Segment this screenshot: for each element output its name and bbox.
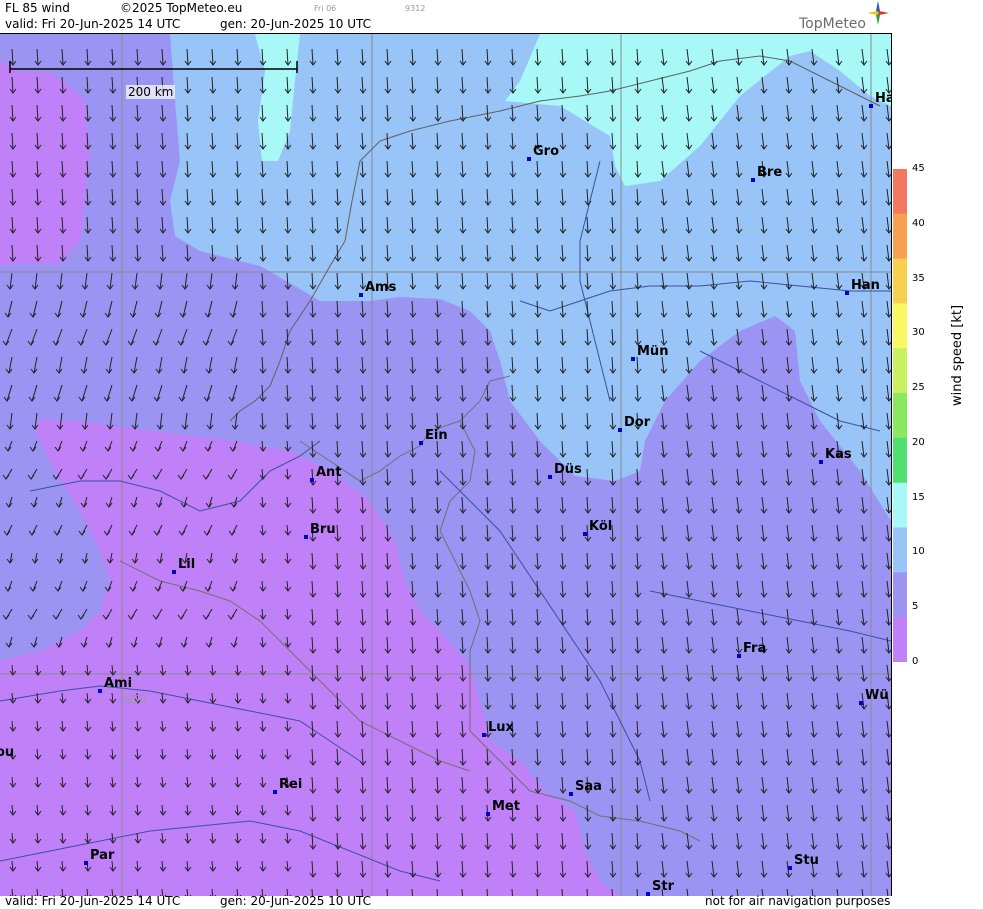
valid-time: valid: Fri 20-Jun-2025 14 UTC [5,17,181,31]
colorbar-tick-label: 40 [912,217,925,229]
colorbar-band [893,437,907,484]
topmeteo-logo: TopMeteo [799,16,866,32]
city-marker[interactable]: Rei [273,777,302,794]
city-marker[interactable]: Ha [869,91,891,108]
city-dot-icon [527,157,531,161]
colorbar-band [893,348,907,395]
colorbar-tick-label: 30 [912,327,925,339]
city-dot-icon [646,892,650,896]
wind-map[interactable]: 200 km N50 Ha Gro Bre Ams Han Mün Dor Ei… [0,33,892,896]
city-dot-icon [310,478,314,482]
run-code-label: 9312 [405,4,426,13]
colorbar-tick-label: 5 [912,601,919,613]
city-dot-icon [583,532,587,536]
city-dot-icon [631,357,635,361]
city-marker[interactable]: Lil [172,557,195,574]
copyright-text: ©2025 TopMeteo.eu [120,1,243,15]
city-marker[interactable]: Bru [304,522,336,539]
city-dot-icon [869,104,873,108]
city-dot-icon [751,178,755,182]
city-marker[interactable]: Wü [859,688,889,705]
colorbar-tick-label: 0 [912,656,919,667]
city-marker[interactable]: Fra [737,641,766,658]
city-marker[interactable]: Ant [310,465,342,482]
city-marker[interactable]: Bre [751,165,782,182]
city-marker[interactable]: Par [84,848,114,865]
scale-label: 200 km [126,85,176,99]
colorbar-tick-label: 20 [912,436,925,448]
city-marker[interactable]: Str [646,879,674,896]
city-dot-icon [845,291,849,295]
colorbar-tick-label: 10 [912,546,925,558]
city-dot-icon [819,460,823,464]
city-marker[interactable]: Ein [419,428,448,445]
footer-generated-time: gen: 20-Jun-2025 10 UTC [220,894,372,908]
city-dot-icon [737,654,741,658]
wind-speed-colorbar [893,169,907,662]
colorbar-tick-label: 45 [912,163,925,174]
city-marker[interactable]: Gro [527,144,559,161]
city-marker[interactable]: Köl [583,519,612,536]
city-marker[interactable]: Saa [569,779,602,796]
city-marker[interactable]: Ams [359,280,396,297]
city-dot-icon [273,790,277,794]
colorbar-label: wind speed [kt] [950,304,965,406]
colorbar-band [893,393,907,439]
disclaimer: not for air navigation purposes [705,894,891,908]
colorbar-tick-label: 25 [912,382,925,394]
colorbar-tick-label: 35 [912,272,925,284]
generated-time: gen: 20-Jun-2025 10 UTC [220,17,372,31]
city-dot-icon [419,441,423,445]
map-title: FL 85 wind [5,1,70,15]
city-dot-icon [84,861,88,865]
footer-valid-time: valid: Fri 20-Jun-2025 14 UTC [5,894,181,908]
colorbar-band [893,258,907,305]
city-dot-icon [548,475,552,479]
city-dot-icon [359,293,363,297]
colorbar-band [893,527,907,574]
latitude-label: N50 [124,693,147,706]
city-dot-icon [98,689,102,693]
city-marker[interactable]: Han [845,278,880,295]
city-marker[interactable]: Stu [788,853,819,870]
city-marker[interactable]: Met [486,799,520,816]
city-dot-icon [172,570,176,574]
colorbar-band [893,303,907,350]
colorbar-band [893,213,907,260]
city-marker[interactable]: ou [0,745,14,760]
colorbar-band [893,617,907,662]
city-marker[interactable]: Mün [631,344,668,361]
forecast-step-label: Fri 06 [314,4,337,13]
city-dot-icon [482,733,486,737]
city-marker[interactable]: Kas [819,447,852,464]
colorbar-band [893,169,907,215]
city-marker[interactable]: Dor [618,415,650,432]
city-dot-icon [788,866,792,870]
city-marker[interactable]: Lux [482,720,514,737]
colorbar-tick-label: 15 [912,491,925,503]
city-dot-icon [569,792,573,796]
city-dot-icon [859,701,863,705]
compass-star-icon [867,1,889,25]
city-marker[interactable]: Düs [548,462,582,479]
city-marker[interactable]: Ami [98,676,132,693]
city-dot-icon [618,428,622,432]
wind-field-svg [0,34,891,896]
colorbar-band [893,482,907,529]
city-dot-icon [304,535,308,539]
city-dot-icon [486,812,490,816]
colorbar-band [893,572,907,619]
